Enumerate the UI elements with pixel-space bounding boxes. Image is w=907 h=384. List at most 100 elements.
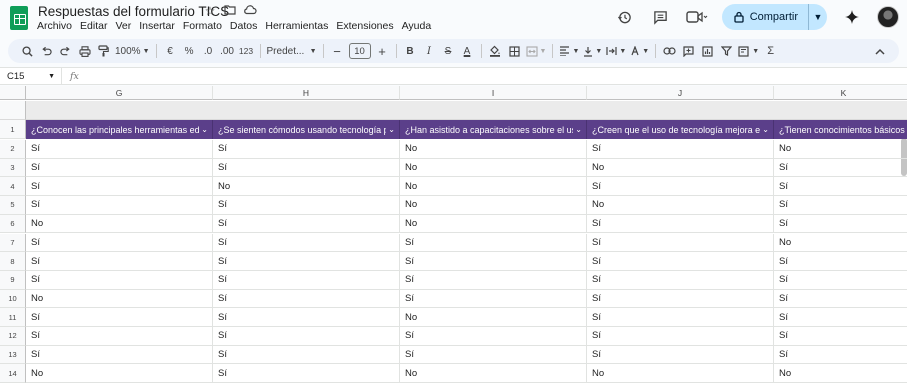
text-color-button[interactable]: A	[458, 41, 477, 61]
strikethrough-button[interactable]: S	[439, 41, 458, 61]
table-cell[interactable]: Sí	[26, 252, 213, 271]
row-number[interactable]: 14	[0, 364, 26, 384]
insert-link-icon[interactable]	[660, 41, 679, 61]
table-cell[interactable]: Sí	[774, 196, 907, 215]
row-number[interactable]: 10	[0, 289, 26, 309]
table-cell[interactable]: Sí	[774, 271, 907, 290]
table-cell[interactable]: Sí	[213, 327, 400, 346]
table-cell[interactable]: Sí	[587, 214, 774, 234]
table-cell[interactable]: Sí	[26, 327, 213, 346]
table-cell[interactable]: Sí	[400, 345, 587, 365]
table-cell[interactable]: No	[400, 196, 587, 215]
table-cell[interactable]: No	[400, 158, 587, 178]
chevron-down-icon[interactable]: ⌄	[575, 125, 582, 134]
table-cell[interactable]: Sí	[26, 196, 213, 215]
row-number[interactable]: 4	[0, 177, 26, 197]
table-cell[interactable]: Sí	[26, 270, 213, 290]
table-cell[interactable]: Sí	[213, 270, 400, 290]
column-header-g[interactable]: G	[26, 86, 213, 100]
menu-ayuda[interactable]: Ayuda	[402, 20, 432, 32]
question-header-cell[interactable]: ¿Creen que el uso de tecnología mejora e…	[587, 120, 774, 139]
table-cell[interactable]: Sí	[213, 252, 400, 271]
insert-comment-icon[interactable]	[679, 41, 698, 61]
row-number[interactable]: 3	[0, 158, 26, 178]
table-cell[interactable]: Sí	[213, 140, 400, 159]
merge-cells-icon[interactable]: ▼	[524, 41, 549, 61]
italic-button[interactable]: I	[420, 41, 439, 61]
column-header-j[interactable]: J	[587, 86, 774, 100]
table-cell[interactable]: Sí	[213, 364, 400, 384]
table-cell[interactable]: Sí	[587, 308, 774, 327]
user-avatar[interactable]	[877, 6, 899, 28]
table-cell[interactable]: Sí	[774, 159, 907, 178]
meet-video-icon[interactable]	[686, 6, 708, 28]
table-cell[interactable]: Sí	[213, 233, 400, 253]
decrease-decimals-button[interactable]: .0	[199, 41, 218, 61]
table-cell[interactable]: No	[26, 364, 213, 384]
question-header-cell[interactable]: ¿Tienen conocimientos básicos	[774, 120, 907, 139]
row-number[interactable]: 6	[0, 214, 26, 234]
table-cell[interactable]: Sí	[774, 177, 907, 197]
table-cell[interactable]: No	[213, 177, 400, 197]
column-header-i[interactable]: I	[400, 86, 587, 100]
folder-move-icon[interactable]	[223, 4, 237, 18]
table-cell[interactable]: Sí	[400, 270, 587, 290]
table-cell[interactable]: No	[774, 234, 907, 253]
row-number[interactable]: 2	[0, 140, 26, 159]
table-cell[interactable]: Sí	[26, 308, 213, 327]
row-number[interactable]: 11	[0, 308, 26, 327]
table-cell[interactable]: Sí	[213, 308, 400, 327]
paint-format-icon[interactable]	[94, 41, 113, 61]
table-cell[interactable]: No	[774, 140, 907, 159]
table-cell[interactable]: Sí	[26, 140, 213, 159]
table-cell[interactable]: Sí	[26, 233, 213, 253]
table-cell[interactable]: Sí	[400, 289, 587, 309]
version-history-icon[interactable]	[614, 6, 636, 28]
table-cell[interactable]: Sí	[774, 327, 907, 346]
table-cell[interactable]: Sí	[26, 177, 213, 197]
font-select[interactable]: Predet... ▼	[265, 41, 319, 61]
table-cell[interactable]: Sí	[774, 308, 907, 327]
format-percent-button[interactable]: %	[180, 41, 199, 61]
horizontal-align-icon[interactable]: ▼	[557, 41, 581, 61]
increase-decimals-button[interactable]: .00	[218, 41, 237, 61]
table-cell[interactable]: No	[587, 158, 774, 178]
menu-extensiones[interactable]: Extensiones	[336, 20, 393, 32]
table-cell[interactable]: No	[774, 364, 907, 384]
share-dropdown-icon[interactable]: ▼	[809, 12, 827, 22]
comments-icon[interactable]	[650, 6, 672, 28]
menu-insertar[interactable]: Insertar	[139, 20, 175, 32]
vertical-align-icon[interactable]: ▼	[581, 41, 604, 61]
table-cell[interactable]: Sí	[26, 345, 213, 365]
table-cell[interactable]: No	[587, 364, 774, 384]
document-title[interactable]: Respuestas del formulario TICS	[38, 4, 229, 19]
table-cell[interactable]: Sí	[26, 158, 213, 178]
undo-icon[interactable]	[37, 41, 56, 61]
font-size-decrease-button[interactable]: −	[328, 41, 347, 61]
table-cell[interactable]: No	[400, 177, 587, 197]
menu-editar[interactable]: Editar	[80, 20, 107, 32]
row-number[interactable]: 12	[0, 327, 26, 346]
table-cell[interactable]: No	[26, 214, 213, 234]
table-cell[interactable]: No	[587, 196, 774, 215]
font-size-input[interactable]: 10	[348, 43, 371, 59]
table-cell[interactable]: Sí	[400, 233, 587, 253]
table-cell[interactable]: Sí	[400, 252, 587, 271]
column-header-k[interactable]: K	[774, 86, 907, 100]
table-cell[interactable]: Sí	[213, 289, 400, 309]
row-number[interactable]: 9	[0, 270, 26, 290]
question-header-cell[interactable]: ¿Se sienten cómodos usando tecnología pa…	[213, 120, 400, 139]
row-number[interactable]: 5	[0, 196, 26, 215]
fill-color-icon[interactable]	[486, 41, 505, 61]
cloud-status-icon[interactable]	[243, 4, 257, 18]
menu-formato[interactable]: Formato	[183, 20, 222, 32]
borders-icon[interactable]	[505, 41, 524, 61]
menu-datos[interactable]: Datos	[230, 20, 257, 32]
table-cell[interactable]: Sí	[774, 346, 907, 365]
table-cell[interactable]: Sí	[213, 345, 400, 365]
table-cell[interactable]: Sí	[587, 252, 774, 271]
insert-chart-icon[interactable]	[698, 41, 717, 61]
table-cell[interactable]: No	[400, 308, 587, 327]
print-icon[interactable]	[75, 41, 94, 61]
bold-button[interactable]: B	[401, 41, 420, 61]
